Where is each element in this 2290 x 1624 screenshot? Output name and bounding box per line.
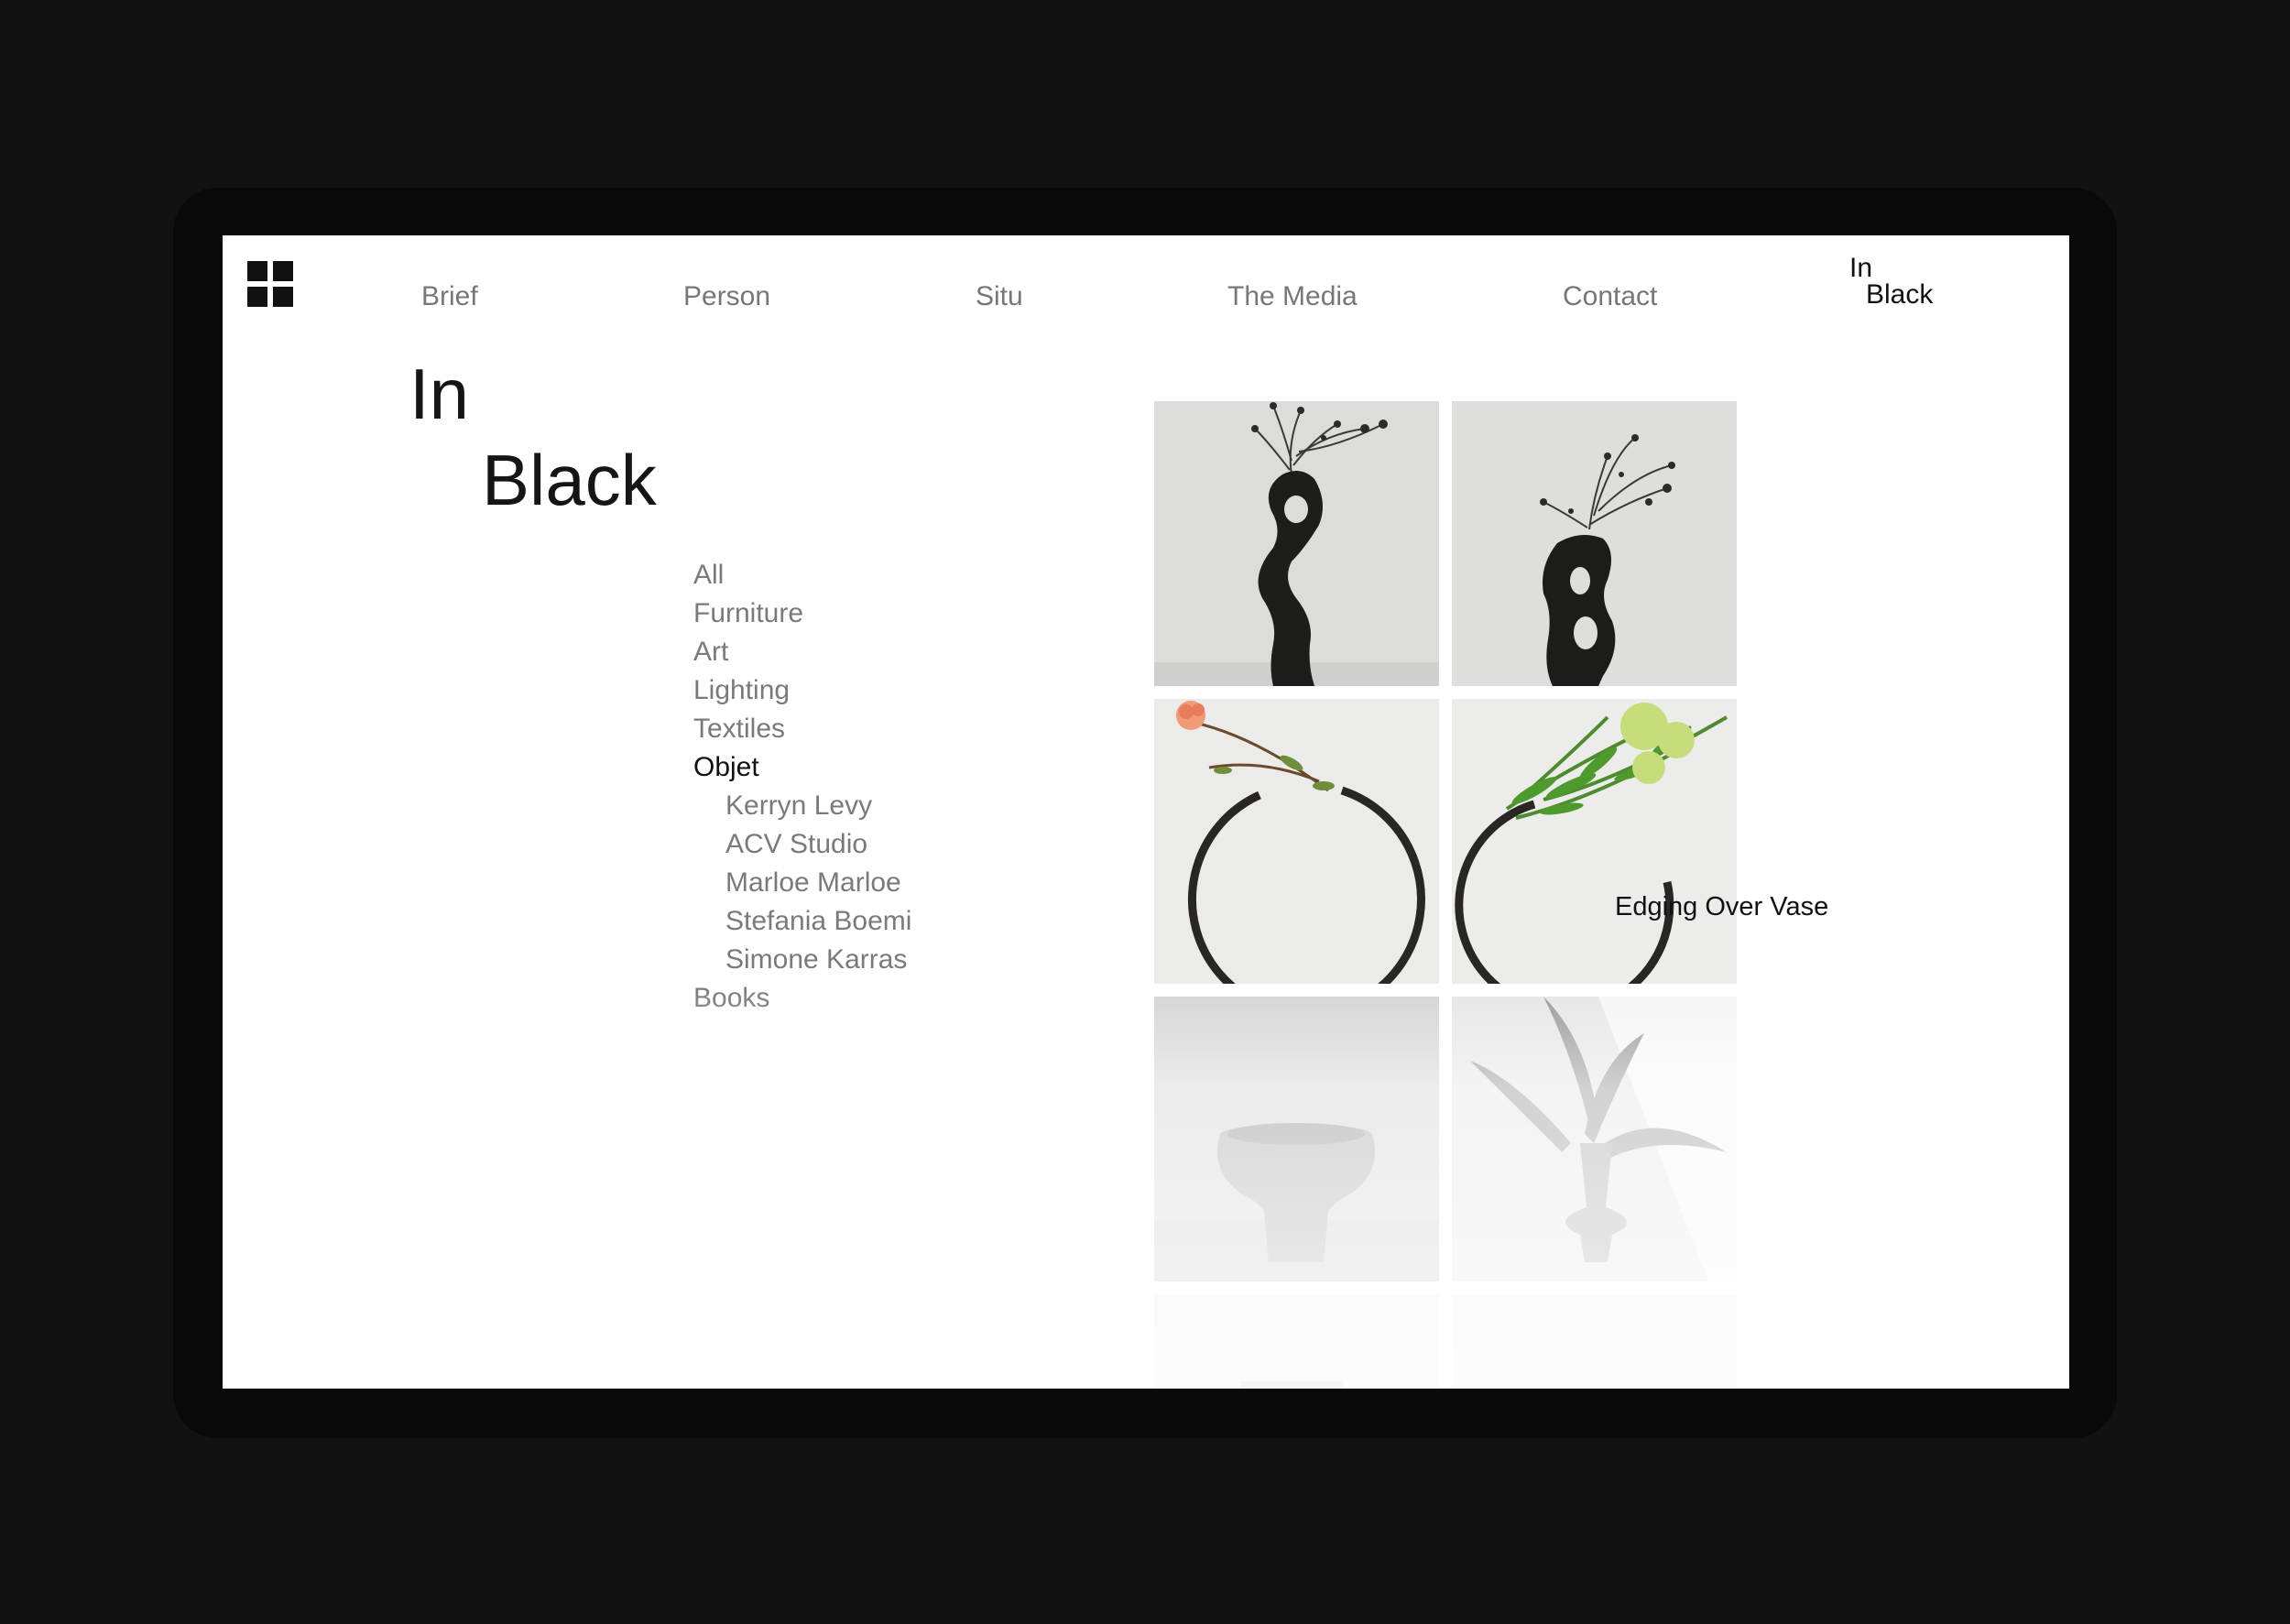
product-image [1452,401,1737,686]
category-acv-studio[interactable]: ACV Studio [693,825,911,864]
nav-brand-in-black[interactable]: In Black [1849,255,1934,310]
nav-brief[interactable]: Brief [421,280,478,313]
product-tile-4[interactable] [1452,699,1737,984]
category-marloe-marloe[interactable]: Marloe Marloe [693,864,911,902]
product-image [1452,997,1737,1281]
category-all[interactable]: All [693,556,911,594]
browser-viewport: Brief Person Situ The Media Contact In B… [223,235,2069,1389]
nav-contact[interactable]: Contact [1563,280,1657,313]
nav-the-media[interactable]: The Media [1227,280,1358,313]
nav-person[interactable]: Person [683,280,770,313]
brand-line-2: Black [1866,279,1934,310]
scroll-fade-overlay [223,986,2069,1389]
nav-situ[interactable]: Situ [976,280,1023,313]
category-furniture[interactable]: Furniture [693,594,911,633]
category-art[interactable]: Art [693,633,911,671]
product-tile-5[interactable] [1154,997,1439,1281]
product-image [1154,1294,1439,1389]
category-textiles[interactable]: Textiles [693,710,911,748]
product-image [1154,997,1439,1281]
category-list: All Furniture Art Lighting Textiles Objet Kerr… [693,556,911,1018]
product-tile-8[interactable] [1452,1294,1737,1389]
product-tile-3[interactable] [1154,699,1439,984]
category-objet[interactable]: Objet [693,748,911,787]
category-books[interactable]: Books [693,979,911,1018]
product-image [1154,699,1439,984]
logo-grid-icon[interactable] [247,261,293,307]
category-kerryn-levy[interactable]: Kerryn Levy [693,787,911,825]
product-tile-1[interactable] [1154,401,1439,686]
category-stefania-boemi[interactable]: Stefania Boemi [693,902,911,941]
product-tile-2[interactable] [1452,401,1737,686]
category-lighting[interactable]: Lighting [693,671,911,710]
category-simone-karras[interactable]: Simone Karras [693,941,911,979]
product-image [1452,699,1737,984]
product-tile-7[interactable] [1154,1294,1439,1389]
product-hover-caption: Edging Over Vase [1615,892,1829,921]
product-image [1452,1294,1737,1389]
page-title-line-1: In [409,354,470,434]
product-tile-6[interactable] [1452,997,1737,1281]
page-title-line-2: Black [482,440,657,520]
product-image [1154,401,1439,686]
